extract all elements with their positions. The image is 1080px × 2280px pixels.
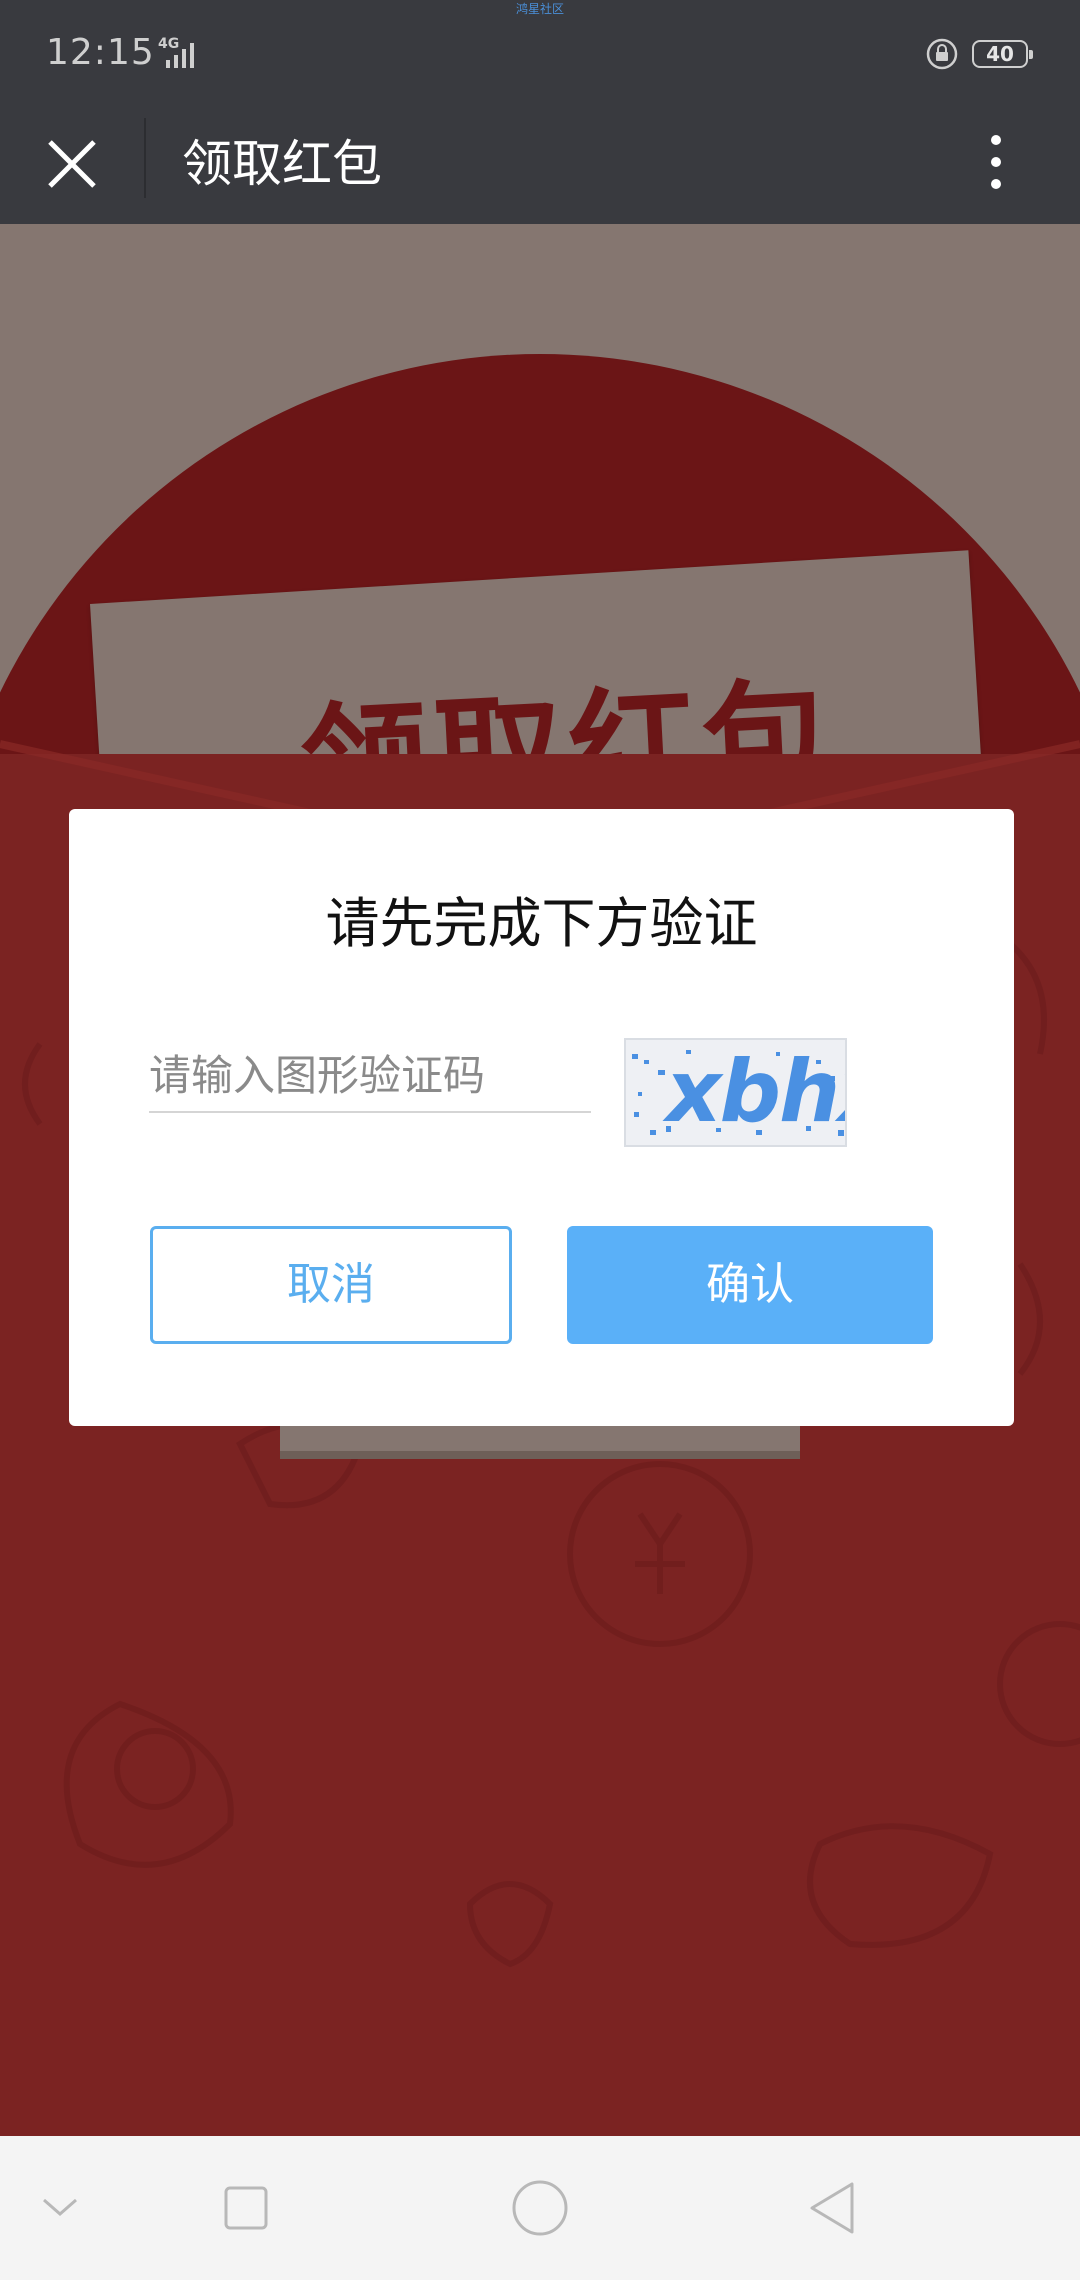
- captcha-input[interactable]: [149, 1039, 591, 1113]
- network-type: 4G: [158, 36, 180, 52]
- watermark-text: 鸿星社区: [515, 2, 564, 16]
- close-icon: [48, 140, 96, 188]
- nav-recents-button[interactable]: [210, 2172, 282, 2244]
- home-circle-icon: [512, 2180, 568, 2236]
- screen: 鸿星社区 12:15 4G 40 领取红包 请先完成下方验证 请输入图形验证码 …: [0, 0, 1080, 2280]
- captcha-image[interactable]: xbhx: [624, 1038, 847, 1147]
- recents-square-icon: [224, 2186, 268, 2230]
- nav-collapse-button[interactable]: [24, 2172, 96, 2244]
- cancel-button[interactable]: 取消: [150, 1226, 512, 1344]
- status-bar: 鸿星社区 12:15 4G 40: [0, 0, 1080, 110]
- title-bar: 领取红包: [0, 110, 1080, 224]
- close-button[interactable]: [40, 132, 104, 196]
- more-button[interactable]: [966, 120, 1026, 204]
- nav-back-button[interactable]: [796, 2172, 868, 2244]
- status-time: 12:15: [46, 32, 155, 73]
- dialog-title: 请先完成下方验证: [325, 892, 758, 955]
- back-triangle-icon: [810, 2182, 854, 2234]
- chevron-down-icon: [43, 2198, 77, 2216]
- title-divider: [144, 118, 146, 198]
- verification-dialog: 请先完成下方验证 xbhx 取消 确认: [69, 809, 1014, 1426]
- confirm-button[interactable]: 确认: [567, 1226, 933, 1344]
- more-vertical-icon: [991, 135, 1001, 145]
- nav-home-button[interactable]: [504, 2172, 576, 2244]
- lock-rotation-icon: [926, 38, 958, 70]
- captcha-text: xbhx: [666, 1042, 845, 1142]
- page-title: 领取红包: [182, 135, 382, 193]
- battery-indicator: 40: [972, 40, 1033, 68]
- navigation-bar: [0, 2136, 1080, 2280]
